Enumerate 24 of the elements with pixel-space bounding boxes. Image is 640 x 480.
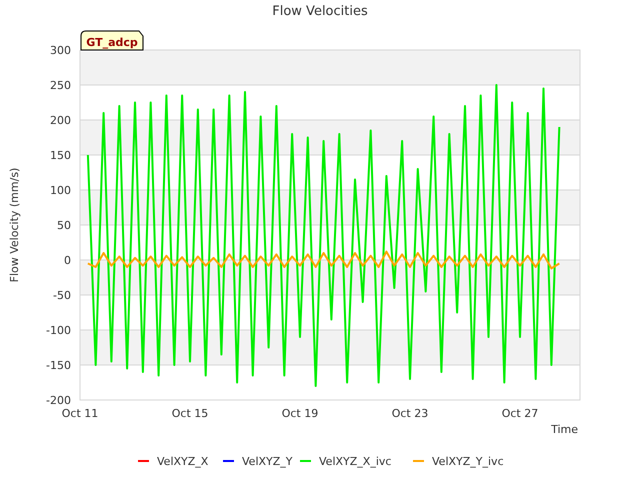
y-tick-label: 250 [50,79,71,92]
y-tick-label: -100 [46,324,71,337]
x-axis-label: Time [551,423,578,436]
y-axis-label: Flow Velocity (mm/s) [8,168,21,282]
x-tick-label: Oct 23 [392,407,428,420]
legend-label: VelXYZ_X [157,455,208,468]
y-tick-label: 50 [57,219,71,232]
legend-label: VelXYZ_Y [242,455,293,468]
x-tick-label: Oct 11 [62,407,98,420]
y-tick-label: -150 [46,359,71,372]
badge: GT_adcp [80,30,144,50]
x-tick-label: Oct 27 [502,407,538,420]
y-tick-label: 200 [50,114,71,127]
y-tick-label: 0 [64,254,71,267]
y-tick-label: -50 [53,289,71,302]
y-tick-label: 150 [50,149,71,162]
chart-title: Flow Velocities [272,4,368,19]
legend-label: VelXYZ_Y_ivc [432,455,504,468]
y-tick-label: 300 [50,44,71,57]
legend-label: VelXYZ_X_ivc [319,455,392,468]
y-tick-label: -200 [46,394,71,407]
x-tick-label: Oct 15 [172,407,208,420]
x-tick-label: Oct 19 [282,407,318,420]
y-tick-label: 100 [50,184,71,197]
